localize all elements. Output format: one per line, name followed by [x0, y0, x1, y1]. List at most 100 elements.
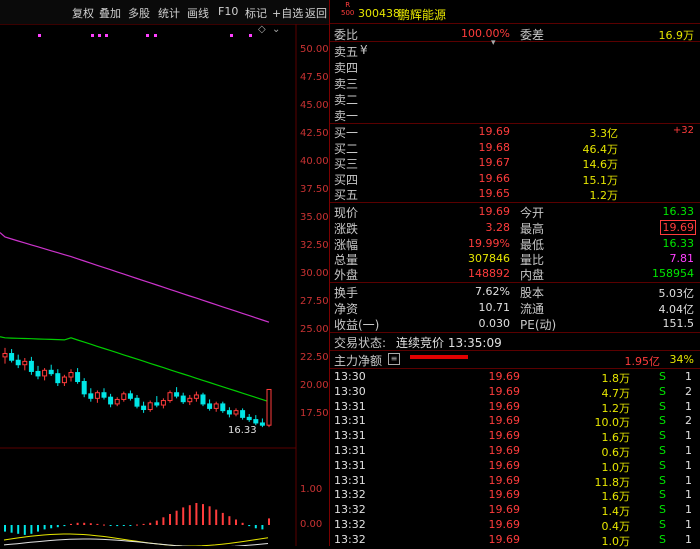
macd-bar — [89, 523, 92, 525]
macd-bar — [17, 525, 20, 534]
tick-volume: 4.7万 — [601, 386, 631, 400]
total-volume-value: 307846 — [468, 252, 510, 265]
candle-body — [55, 373, 61, 384]
tick-price: 19.69 — [488, 532, 521, 546]
candle-body — [2, 353, 8, 358]
change-pct-value: 19.99% — [468, 237, 510, 250]
macd-bar — [43, 525, 46, 530]
macd-bar — [63, 525, 66, 527]
tick-price: 19.69 — [488, 384, 521, 398]
change-value: 3.28 — [485, 221, 511, 234]
macd-bar — [208, 506, 211, 525]
buy-level-volume: 46.4万 — [582, 142, 619, 156]
candle-body — [167, 392, 173, 402]
tick-count: 1 — [685, 444, 692, 457]
macd-bar — [76, 522, 79, 525]
buy-level-price: 19.68 — [478, 140, 511, 154]
menu-list-icon[interactable]: ≡ — [388, 353, 400, 365]
macd-bar — [50, 525, 53, 529]
tick-volume: 1.6万 — [601, 490, 631, 504]
macd-bar — [155, 520, 158, 525]
macd-bar — [30, 525, 33, 534]
candle-body — [147, 402, 153, 411]
candle-body — [246, 416, 252, 421]
buy-level-label: 买四 — [334, 172, 359, 187]
macd-bar — [96, 523, 99, 525]
buy-level-volume: 14.6万 — [582, 158, 619, 171]
tick-side: S — [659, 532, 666, 546]
signal-dot — [249, 34, 252, 37]
price-axis-tick: 30.00 — [300, 268, 329, 279]
price-axis-tick: 32.50 — [300, 240, 329, 251]
candle-body — [28, 360, 34, 372]
macd-bar — [215, 509, 218, 525]
candle-body — [101, 392, 107, 398]
macd-bar — [235, 519, 237, 525]
candle-body — [233, 410, 239, 415]
volume-axis-tick: 1.00 — [300, 484, 323, 495]
candle-body — [207, 403, 213, 409]
ma-long-line — [0, 232, 270, 323]
main-flow-label: 主力净额 — [334, 354, 383, 368]
signal-dot — [146, 34, 149, 37]
tick-side: S — [659, 429, 666, 443]
candle-body — [160, 400, 166, 406]
buy-level-volume: 15.1万 — [582, 173, 619, 187]
stat-label: 收益(一) — [334, 318, 380, 332]
high-price-value: 19.69 — [660, 220, 696, 235]
buy-level-volume: 3.3亿 — [589, 127, 619, 140]
macd-bar — [142, 523, 145, 525]
tick-side: S — [659, 458, 666, 472]
macd-bar — [169, 514, 171, 525]
kline-chart-svg[interactable] — [0, 0, 329, 546]
buy-level-price: 19.69 — [478, 125, 511, 138]
macd-bar — [182, 507, 185, 525]
signal-dots — [38, 34, 252, 37]
buy-level-label: 买五 — [334, 188, 359, 202]
candle-body — [114, 398, 120, 405]
sell-level-extra: ¥ — [360, 43, 368, 57]
tick-side: S — [659, 370, 666, 383]
buy-level-label: 买二 — [334, 141, 359, 156]
price-axis-tick: 40.00 — [300, 156, 329, 167]
sell-level-label: 卖一 — [334, 109, 359, 123]
collapse-arrow-icon[interactable]: ▾ — [491, 38, 496, 48]
tick-side: S — [659, 384, 666, 398]
macd-bar — [83, 522, 86, 525]
tick-count: 1 — [685, 399, 692, 413]
stat-label: PE(动) — [520, 318, 557, 332]
macd-axis-tick: 0.00 — [300, 519, 323, 530]
buy-level-price: 19.66 — [478, 171, 511, 185]
tick-time: 13:31 — [334, 399, 366, 413]
signal-dot — [38, 34, 41, 37]
price-axis-tick: 27.50 — [300, 296, 329, 307]
price-axis-tick: 20.00 — [300, 380, 329, 391]
macd-bar — [261, 525, 264, 530]
tick-price: 19.69 — [488, 444, 521, 457]
tick-price: 19.69 — [488, 518, 521, 531]
candle-body — [48, 369, 54, 375]
candle-body — [75, 372, 81, 383]
tick-volume: 0.6万 — [601, 446, 631, 459]
candle-body — [134, 397, 140, 407]
signal-dot — [91, 34, 94, 37]
tick-count: 1 — [685, 458, 692, 472]
ma-mid-line — [0, 336, 270, 403]
tick-time: 13:31 — [334, 473, 366, 487]
macd-dea-line — [3, 538, 269, 546]
tick-side: S — [659, 414, 666, 428]
candle-body — [213, 403, 219, 409]
kline-chart-panel[interactable]: 复权 叠加 多股 统计 画线 F10 标记 +自选 返回 ◇ ⌄ 50.00 47… — [0, 0, 329, 546]
outer-volume-value: 148892 — [468, 267, 510, 280]
macd-bar — [254, 525, 257, 529]
candle-body — [94, 392, 100, 399]
tick-time: 13:30 — [334, 370, 366, 383]
price-axis-tick: 42.50 — [300, 128, 329, 139]
price-axis-tick: 50.00 — [300, 44, 329, 55]
candle-body — [259, 422, 265, 426]
candle-body — [9, 353, 15, 361]
macd-histogram — [4, 503, 270, 535]
tick-time: 13:32 — [334, 503, 366, 517]
signal-dot — [230, 34, 233, 37]
tick-count: 1 — [685, 488, 692, 502]
